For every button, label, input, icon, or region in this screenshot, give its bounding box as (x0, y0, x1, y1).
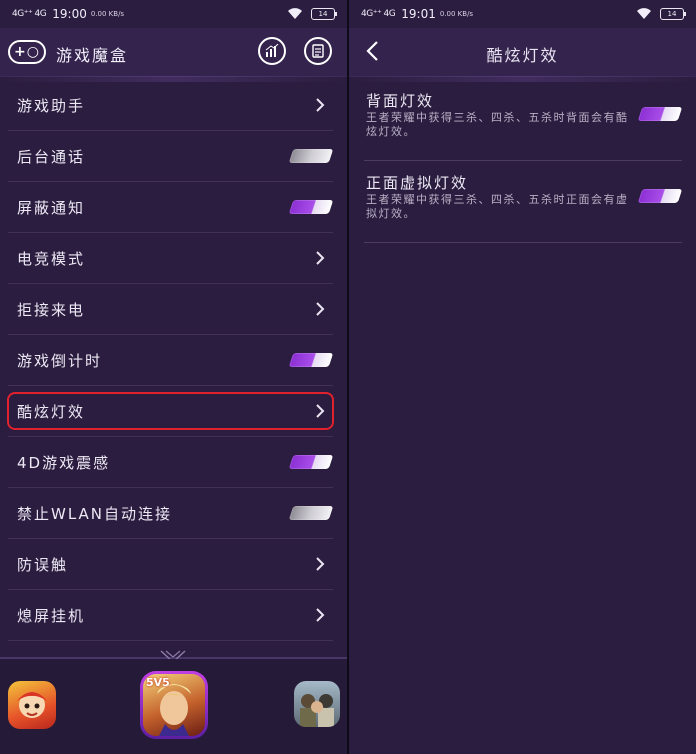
game-box-panel: 4G⁺⁺ 4G 19:00 0.00 KB/s 14 +○ 游戏魔盒 游戏助手 … (0, 0, 347, 754)
wifi-icon (637, 8, 651, 19)
row-label: 酷炫灯效 (17, 402, 86, 421)
toggle-switch[interactable] (637, 107, 683, 121)
setting-description: 王者荣耀中获得三杀、四杀、五杀时正面会有虚拟灯效。 (366, 193, 629, 220)
page-title: 酷炫灯效 (486, 46, 559, 65)
status-bar: 4G⁺⁺ 4G 19:01 0.00 KB/s 14 (349, 0, 696, 28)
setting-description: 王者荣耀中获得三杀、四杀、五杀时背面会有酷炫灯效。 (366, 111, 629, 138)
setting-back-light: 背面灯效 王者荣耀中获得三杀、四杀、五杀时背面会有酷炫灯效。 (364, 78, 683, 161)
row-game-countdown: 游戏倒计时 (8, 335, 334, 386)
battery-icon: 14 (311, 8, 337, 20)
status-time: 19:01 (401, 7, 436, 21)
signal-indicator: 4G⁺⁺ 4G (361, 8, 396, 19)
row-label: 拒接来电 (17, 300, 86, 319)
row-label: 后台通话 (17, 147, 86, 166)
row-block-notifications: 屏蔽通知 (8, 182, 334, 233)
row-label: 屏蔽通知 (17, 198, 86, 217)
settings-list: 游戏助手 后台通话 屏蔽通知 电竞模式 拒接来电 游戏倒计时 酷炫灯效 4D游戏… (7, 80, 334, 641)
chevron-right-icon (316, 98, 325, 112)
row-disable-wlan-autoconnect: 禁止WLAN自动连接 (8, 488, 334, 539)
chevron-right-icon (316, 302, 325, 316)
app-header: +○ 游戏魔盒 (0, 28, 347, 77)
row-label: 游戏助手 (17, 96, 86, 115)
network-speed: 0.00 KB/s (90, 9, 125, 18)
row-label: 防误触 (17, 555, 69, 574)
row-label: 熄屏挂机 (17, 606, 86, 625)
status-bar: 4G⁺⁺ 4G 19:00 0.00 KB/s 14 (0, 0, 347, 28)
row-label: 游戏倒计时 (17, 351, 103, 370)
signal-indicator: 4G⁺⁺ 4G (12, 8, 47, 19)
row-screen-off-afk[interactable]: 熄屏挂机 (8, 590, 333, 641)
row-label: 4D游戏震感 (17, 453, 111, 472)
setting-title: 正面虚拟灯效 (366, 174, 469, 192)
network-speed: 0.00 KB/s (439, 9, 474, 18)
chevron-right-icon (316, 557, 325, 571)
toggle-switch[interactable] (288, 455, 334, 469)
chevron-right-icon (316, 251, 325, 265)
row-game-assistant[interactable]: 游戏助手 (8, 80, 333, 131)
battery-icon: 14 (660, 8, 686, 20)
toggle-switch[interactable] (288, 200, 334, 214)
row-cool-light-effects[interactable]: 酷炫灯效 (7, 386, 334, 437)
setting-title: 背面灯效 (366, 92, 435, 110)
row-background-call: 后台通话 (8, 131, 334, 182)
add-game-button[interactable]: +○ (8, 40, 46, 64)
game-icon-honor-of-kings[interactable]: 5V5 (140, 671, 208, 739)
page-title: 游戏魔盒 (56, 46, 129, 65)
chart-icon[interactable] (258, 37, 286, 65)
toggle-switch[interactable] (288, 149, 334, 163)
row-4d-vibration: 4D游戏震感 (8, 437, 334, 488)
row-mistouch-prevention[interactable]: 防误触 (8, 539, 333, 590)
setting-front-virtual-light: 正面虚拟灯效 王者荣耀中获得三杀、四杀、五杀时正面会有虚拟灯效。 (364, 160, 683, 243)
row-label: 禁止WLAN自动连接 (17, 504, 173, 523)
chevron-right-icon (316, 608, 325, 622)
list-icon[interactable] (304, 37, 332, 65)
wifi-icon (288, 8, 302, 19)
game-icon-art: 5V5 (143, 674, 205, 736)
game-icon-right[interactable] (294, 681, 340, 727)
light-effects-panel: 4G⁺⁺ 4G 19:01 0.00 KB/s 14 酷炫灯效 背面灯效 王者荣… (349, 0, 696, 754)
chevron-right-icon (316, 404, 325, 418)
toggle-switch[interactable] (288, 353, 334, 367)
game-badge: 5V5 (146, 676, 170, 689)
row-reject-calls[interactable]: 拒接来电 (8, 284, 333, 335)
game-dock: 5V5 (0, 659, 347, 754)
toggle-switch[interactable] (637, 189, 683, 203)
row-esports-mode[interactable]: 电竞模式 (8, 233, 333, 284)
game-icon-left[interactable] (8, 681, 56, 729)
toggle-switch[interactable] (288, 506, 334, 520)
status-time: 19:00 (52, 7, 87, 21)
row-label: 电竞模式 (17, 249, 86, 268)
app-header: 酷炫灯效 (349, 28, 696, 77)
